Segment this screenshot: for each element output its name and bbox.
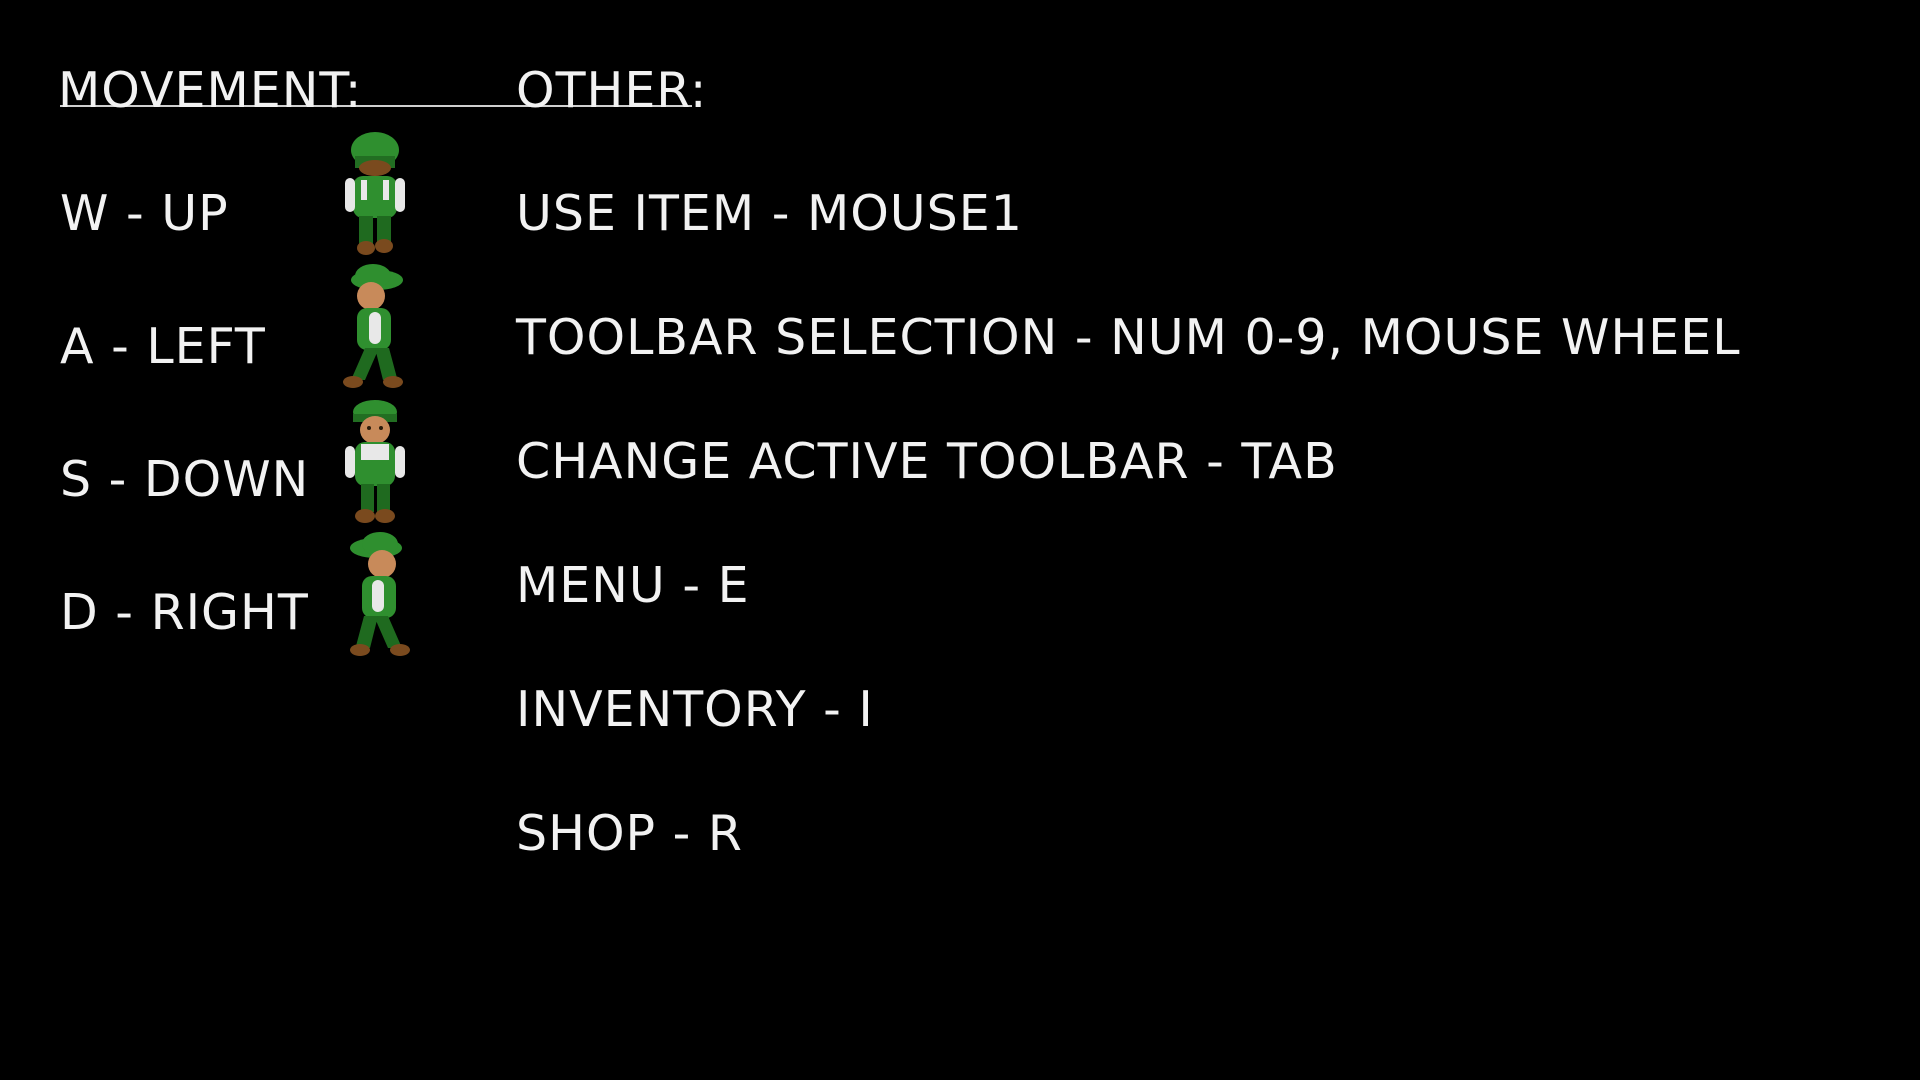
other-item-toolbar-selection: TOOLBAR SELECTION - NUM 0-9, MOUSE WHEEL xyxy=(516,309,1741,366)
other-item-shop: SHOP - R xyxy=(516,805,743,862)
movement-item-right: D - RIGHT xyxy=(60,584,309,641)
other-item-inventory: INVENTORY - I xyxy=(516,681,874,738)
other-item-menu: MENU - E xyxy=(516,557,750,614)
movement-item-down: S - DOWN xyxy=(60,451,310,508)
other-item-change-active-toolbar: CHANGE ACTIVE TOOLBAR - TAB xyxy=(516,433,1338,490)
character-facing-down-icon xyxy=(335,396,415,528)
character-facing-right-icon xyxy=(338,530,418,662)
movement-item-left: A - LEFT xyxy=(60,318,266,375)
other-item-use-item: USE ITEM - MOUSE1 xyxy=(516,185,1023,242)
movement-item-up: W - UP xyxy=(60,185,229,242)
character-facing-left-icon xyxy=(335,262,415,394)
movement-heading: MOVEMENT: xyxy=(58,62,363,119)
character-facing-up-icon xyxy=(335,128,415,260)
other-heading: OTHER: xyxy=(516,62,708,119)
